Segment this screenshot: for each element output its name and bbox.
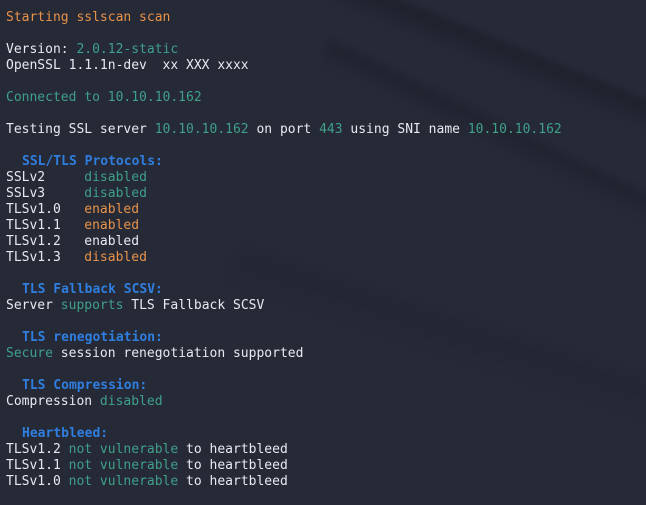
terminal-text-renegotiation-result-1: session renegotiation supported bbox=[52, 346, 304, 361]
terminal-line-version: Version: 2.0.12-static bbox=[6, 42, 646, 58]
terminal-text-heading-fallback-0: TLS Fallback SCSV: bbox=[22, 282, 163, 297]
terminal-line-blank-7 bbox=[6, 362, 646, 378]
terminal-text-heartbleed-tlsv11-1: not vulnerable bbox=[68, 458, 179, 473]
terminal-text-compression-result-1: disabled bbox=[99, 394, 163, 409]
terminal-text-testing-5: 10.10.10.162 bbox=[467, 122, 562, 137]
terminal-text-openssl-0: OpenSSL 1.1.1n-dev xx XXX xxxx bbox=[6, 58, 249, 73]
terminal-line-tlsv10: TLSv1.0 enabled bbox=[6, 202, 646, 218]
terminal-line-heading-protocols: SSL/TLS Protocols: bbox=[6, 154, 646, 170]
terminal-line-blank-1 bbox=[6, 26, 646, 42]
terminal-text-tlsv12-1: enabled bbox=[84, 234, 140, 249]
terminal-line-heading-heartbleed: Heartbleed: bbox=[6, 426, 646, 442]
terminal-line-sslv3: SSLv3 disabled bbox=[6, 186, 646, 202]
terminal-text-heading-compression-0: TLS Compression: bbox=[22, 378, 148, 393]
terminal-text-fallback-result-0: Server bbox=[6, 298, 61, 313]
terminal-line-blank-2 bbox=[6, 74, 646, 90]
terminal-text-heartbleed-tlsv11-0: TLSv1.1 bbox=[6, 458, 69, 473]
terminal-line-heartbleed-tlsv11: TLSv1.1 not vulnerable to heartbleed bbox=[6, 458, 646, 474]
terminal-text-connected-0: Connected to 10.10.10.162 bbox=[6, 90, 202, 105]
terminal-line-heading-compression: TLS Compression: bbox=[6, 378, 646, 394]
terminal-text-heading-renegotiation-0: TLS renegotiation: bbox=[22, 330, 163, 345]
terminal-line-testing: Testing SSL server 10.10.10.162 on port … bbox=[6, 122, 646, 138]
terminal-text-tlsv11-0: TLSv1.1 bbox=[6, 218, 85, 233]
terminal-text-tlsv10-0: TLSv1.0 bbox=[6, 202, 85, 217]
terminal-text-tlsv10-1: enabled bbox=[84, 202, 140, 217]
terminal-line-tlsv12: TLSv1.2 enabled bbox=[6, 234, 646, 250]
terminal-window[interactable]: Starting sslscan scan Version: 2.0.12-st… bbox=[0, 0, 646, 505]
terminal-line-heading-renegotiation: TLS renegotiation: bbox=[6, 330, 646, 346]
terminal-line-starting: Starting sslscan scan bbox=[6, 10, 646, 26]
terminal-text-heartbleed-tlsv12-1: not vulnerable bbox=[68, 442, 179, 457]
terminal-line-heading-fallback: TLS Fallback SCSV: bbox=[6, 282, 646, 298]
terminal-line-heartbleed-tlsv12: TLSv1.2 not vulnerable to heartbleed bbox=[6, 442, 646, 458]
terminal-line-sslv2: SSLv2 disabled bbox=[6, 170, 646, 186]
terminal-line-compression-result: Compression disabled bbox=[6, 394, 646, 410]
terminal-output[interactable]: Starting sslscan scan Version: 2.0.12-st… bbox=[0, 0, 646, 490]
terminal-line-connected: Connected to 10.10.10.162 bbox=[6, 90, 646, 106]
terminal-text-heartbleed-tlsv10-2: to heartbleed bbox=[178, 474, 288, 489]
terminal-text-testing-3: 443 bbox=[319, 122, 343, 137]
terminal-text-fallback-result-1: supports bbox=[60, 298, 124, 313]
terminal-line-openssl: OpenSSL 1.1.1n-dev xx XXX xxxx bbox=[6, 58, 646, 74]
terminal-text-tlsv13-1: disabled bbox=[84, 250, 147, 265]
terminal-text-heading-heartbleed-0: Heartbleed: bbox=[22, 426, 109, 441]
terminal-text-compression-result-0: Compression bbox=[6, 394, 100, 409]
terminal-text-heartbleed-tlsv10-1: not vulnerable bbox=[68, 474, 179, 489]
terminal-text-sslv3-0: SSLv3 bbox=[6, 186, 85, 201]
terminal-line-tlsv13: TLSv1.3 disabled bbox=[6, 250, 646, 266]
terminal-line-blank-3 bbox=[6, 106, 646, 122]
terminal-text-testing-0: Testing SSL server bbox=[6, 122, 155, 137]
terminal-text-fallback-result-2: TLS Fallback SCSV bbox=[123, 298, 265, 313]
terminal-line-fallback-result: Server supports TLS Fallback SCSV bbox=[6, 298, 646, 314]
terminal-line-blank-6 bbox=[6, 314, 646, 330]
terminal-text-tlsv13-0: TLSv1.3 bbox=[6, 250, 85, 265]
terminal-line-blank-4 bbox=[6, 138, 646, 154]
terminal-text-version-0: Version: bbox=[6, 42, 77, 57]
terminal-text-tlsv12-0: TLSv1.2 bbox=[6, 234, 85, 249]
terminal-text-heartbleed-tlsv10-0: TLSv1.0 bbox=[6, 474, 69, 489]
terminal-line-blank-5 bbox=[6, 266, 646, 282]
terminal-text-tlsv11-1: enabled bbox=[84, 218, 140, 233]
terminal-text-testing-2: on port bbox=[248, 122, 320, 137]
terminal-line-tlsv11: TLSv1.1 enabled bbox=[6, 218, 646, 234]
terminal-text-testing-1: 10.10.10.162 bbox=[154, 122, 249, 137]
terminal-text-sslv3-1: disabled bbox=[84, 186, 147, 201]
terminal-text-heartbleed-tlsv12-0: TLSv1.2 bbox=[6, 442, 69, 457]
terminal-text-renegotiation-result-0: Secure bbox=[6, 346, 53, 361]
terminal-text-sslv2-1: disabled bbox=[84, 170, 147, 185]
terminal-text-heartbleed-tlsv11-2: to heartbleed bbox=[178, 458, 288, 473]
terminal-text-heartbleed-tlsv12-2: to heartbleed bbox=[178, 442, 288, 457]
terminal-text-heading-protocols-0: SSL/TLS Protocols: bbox=[22, 154, 163, 169]
terminal-line-renegotiation-result: Secure session renegotiation supported bbox=[6, 346, 646, 362]
terminal-line-heartbleed-tlsv10: TLSv1.0 not vulnerable to heartbleed bbox=[6, 474, 646, 490]
terminal-text-starting-0: Starting sslscan scan bbox=[6, 10, 171, 25]
terminal-line-blank-8 bbox=[6, 410, 646, 426]
terminal-text-testing-4: using SNI name bbox=[342, 122, 468, 137]
terminal-text-version-1: 2.0.12-static bbox=[76, 42, 179, 57]
terminal-text-sslv2-0: SSLv2 bbox=[6, 170, 85, 185]
